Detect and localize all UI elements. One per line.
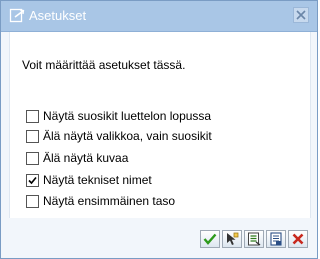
option-hide-image[interactable]: Älä näytä kuvaa	[26, 150, 128, 166]
title-bar[interactable]: Asetukset	[1, 1, 317, 32]
select-button[interactable]	[222, 230, 242, 248]
option-label: Älä näytä kuvaa	[43, 151, 129, 165]
option-label: Näytä tekniset nimet	[43, 173, 152, 187]
option-label: Näytä suosikit luettelon lopussa	[43, 109, 212, 123]
option-hide-menu-only-favorites[interactable]: Älä näytä valikkoa, vain suosikit	[26, 128, 212, 144]
dialog-content: Voit määrittää asetukset tässä. Näytä su…	[9, 32, 311, 218]
window-title: Asetukset	[29, 8, 87, 23]
close-button[interactable]	[293, 7, 309, 23]
close-icon	[296, 10, 306, 20]
document-icon	[270, 232, 282, 246]
dialog-footer	[1, 218, 317, 258]
select-list-button[interactable]	[244, 230, 264, 248]
option-show-first-level[interactable]: Näytä ensimmäinen taso	[26, 193, 175, 209]
option-show-technical-names[interactable]: Näytä tekniset nimet	[26, 172, 152, 188]
checkbox-hide-menu-only-favorites[interactable]	[26, 129, 39, 143]
option-label: Näytä ensimmäinen taso	[43, 194, 176, 208]
checkbox-hide-image[interactable]	[26, 151, 39, 165]
cancel-button[interactable]	[288, 230, 308, 248]
dialog-message: Voit määrittää asetukset tässä.	[22, 58, 186, 72]
list-select-icon	[248, 232, 261, 246]
window-icon	[9, 8, 25, 24]
settings-dialog: Asetukset Voit määrittää asetukset tässä…	[0, 0, 318, 259]
option-favorites-at-end[interactable]: Näytä suosikit luettelon lopussa	[26, 108, 211, 124]
checkbox-show-technical-names[interactable]	[26, 173, 39, 187]
option-label: Älä näytä valikkoa, vain suosikit	[43, 129, 212, 143]
document-button[interactable]	[266, 230, 286, 248]
checkmark-icon	[28, 176, 37, 184]
confirm-button[interactable]	[200, 230, 220, 248]
checkbox-favorites-at-end[interactable]	[26, 109, 39, 123]
cursor-select-icon	[227, 232, 239, 245]
checkbox-show-first-level[interactable]	[26, 194, 39, 208]
checkmark-icon	[203, 233, 217, 245]
cancel-icon	[292, 233, 304, 245]
